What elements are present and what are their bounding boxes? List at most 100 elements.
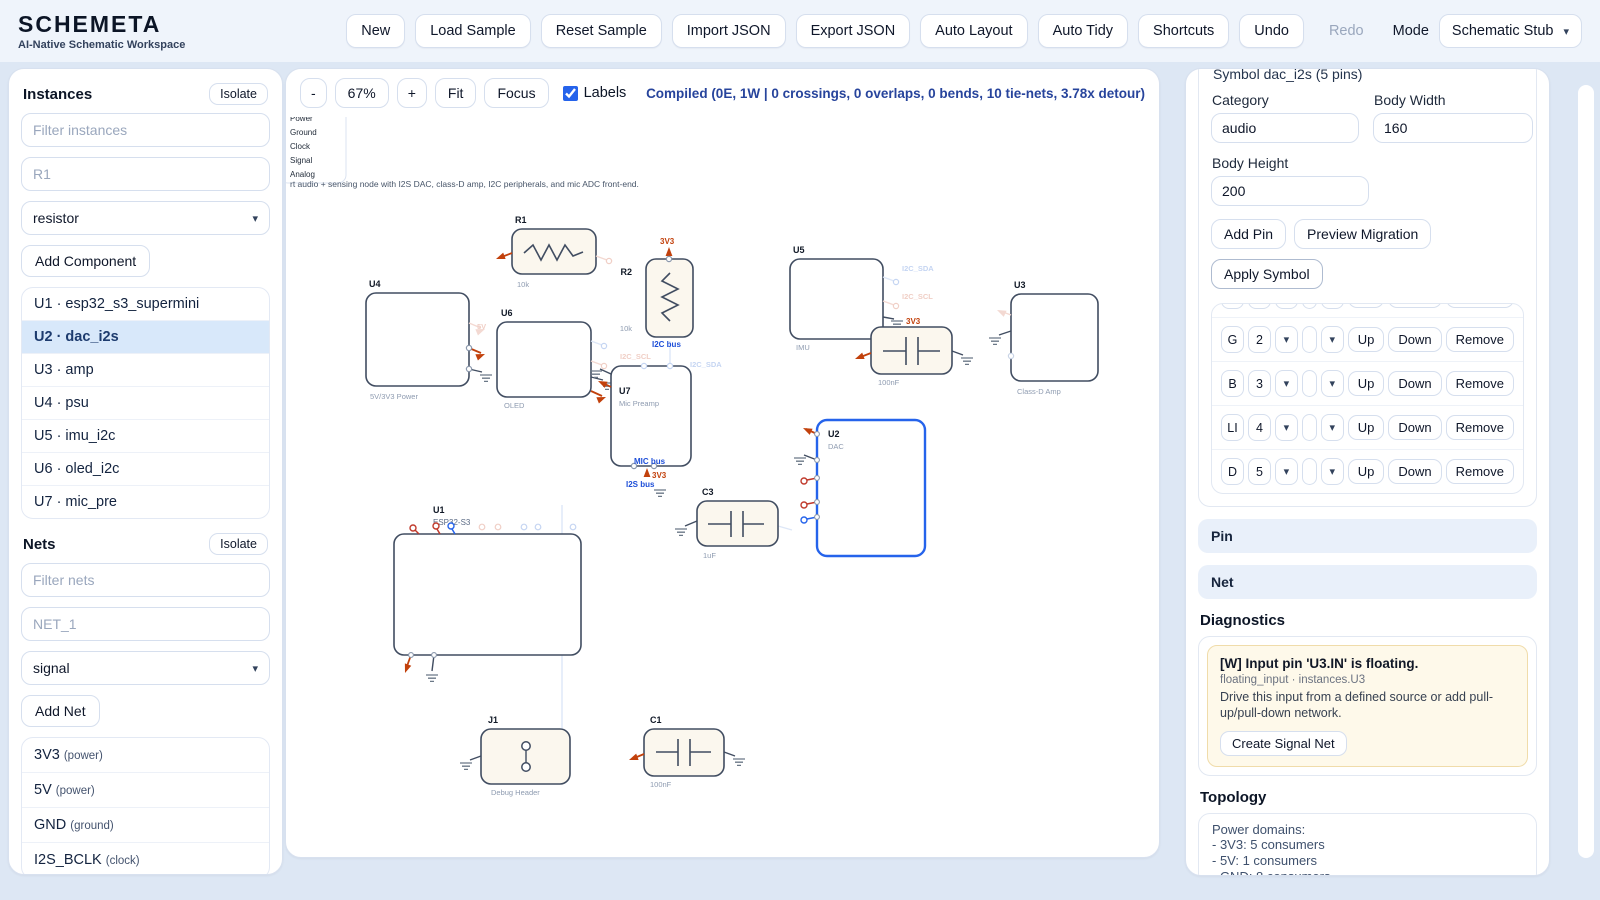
pin-up-button[interactable]: Up — [1348, 327, 1385, 352]
mode-select[interactable]: Schematic Stub ▾ — [1439, 14, 1582, 48]
pin-remove-button[interactable]: Remove — [1446, 459, 1514, 484]
pin-number-input[interactable] — [1248, 458, 1271, 485]
body-width-input[interactable] — [1373, 113, 1533, 143]
pin-up-button[interactable]: Up — [1348, 371, 1385, 396]
pin-name-input[interactable] — [1221, 370, 1244, 397]
pin-order-input[interactable] — [1302, 370, 1317, 397]
import-json-button[interactable]: Import JSON — [672, 14, 786, 48]
load-sample-button[interactable]: Load Sample — [415, 14, 530, 48]
pin-down-button[interactable]: Down — [1388, 327, 1441, 352]
component-u3[interactable]: U3 Class-D Amp — [989, 280, 1098, 396]
pin-type-select[interactable]: ▾ — [1321, 303, 1344, 309]
export-json-button[interactable]: Export JSON — [796, 14, 911, 48]
pin-name-input[interactable] — [1221, 326, 1244, 353]
component-u2-selected[interactable]: U2 DAC — [794, 420, 925, 556]
component-c3[interactable]: C3 1uF — [675, 487, 778, 560]
pin-up-button[interactable]: Up — [1348, 459, 1385, 484]
pin-name-input[interactable] — [1221, 458, 1244, 485]
apply-symbol-button[interactable]: Apply Symbol — [1211, 259, 1323, 289]
component-j1[interactable]: J1 Debug Header — [460, 715, 570, 797]
category-input[interactable] — [1211, 113, 1359, 143]
component-u7[interactable]: U7 Mic Preamp MIC bus 3V3 I2S bus — [590, 363, 691, 496]
pin-number-input[interactable] — [1248, 414, 1271, 441]
focus-button[interactable]: Focus — [484, 78, 548, 108]
pin-order-input[interactable] — [1302, 303, 1317, 309]
pin-name-input[interactable] — [1221, 414, 1244, 441]
component-c1[interactable]: C1 100nF — [628, 715, 745, 789]
instance-row-u6[interactable]: U6 · oled_i2c — [22, 453, 269, 486]
instance-row-u7[interactable]: U7 · mic_pre — [22, 486, 269, 518]
add-pin-button[interactable]: Add Pin — [1211, 219, 1286, 249]
pin-down-button[interactable]: Down — [1388, 459, 1441, 484]
filter-instances-input[interactable] — [21, 113, 270, 147]
net-row-gnd[interactable]: GND (ground) — [22, 808, 269, 843]
body-height-input[interactable] — [1211, 176, 1369, 206]
schematic-canvas[interactable]: - 67% + Fit Focus Labels Compiled (0E, 1… — [285, 68, 1160, 858]
pin-down-button[interactable]: Down — [1388, 371, 1441, 396]
pin-number-input[interactable] — [1248, 370, 1271, 397]
component-u1[interactable]: U1 ESP32-S3 — [394, 505, 581, 681]
pin-number-input[interactable] — [1248, 303, 1271, 309]
zoom-in-button[interactable]: + — [397, 78, 427, 108]
redo-button[interactable]: Redo — [1314, 14, 1379, 48]
instance-ref-input[interactable] — [21, 157, 270, 191]
net-row-i2s-bclk[interactable]: I2S_BCLK (clock) — [22, 843, 269, 875]
instance-type-select[interactable]: resistor ▾ — [21, 201, 270, 235]
new-button[interactable]: New — [346, 14, 405, 48]
auto-tidy-button[interactable]: Auto Tidy — [1038, 14, 1128, 48]
pin-order-input[interactable] — [1302, 458, 1317, 485]
pin-side-select[interactable]: ▾ — [1275, 326, 1298, 353]
pin-order-input[interactable] — [1302, 326, 1317, 353]
add-component-button[interactable]: Add Component — [21, 245, 150, 277]
pin-up-button[interactable]: Up — [1348, 303, 1385, 308]
component-u4[interactable]: U4 5V/3V3 Power — [366, 279, 492, 401]
component-c2[interactable]: 100nF — [854, 327, 973, 387]
pin-remove-button[interactable]: Remove — [1446, 327, 1514, 352]
pin-section-toggle[interactable]: Pin — [1198, 519, 1537, 553]
schematic-stage[interactable]: .comp{fill:#ffffff;stroke:#414d61;stroke… — [286, 69, 1160, 858]
create-signal-net-button[interactable]: Create Signal Net — [1220, 731, 1347, 756]
pin-remove-button[interactable]: Remove — [1446, 415, 1514, 440]
instance-row-u2[interactable]: U2 · dac_i2s — [22, 321, 269, 354]
instance-row-u3[interactable]: U3 · amp — [22, 354, 269, 387]
instance-row-u5[interactable]: U5 · imu_i2c — [22, 420, 269, 453]
pin-remove-button[interactable]: Remove — [1446, 303, 1514, 308]
panel-scrollbar[interactable] — [1578, 85, 1594, 858]
pin-type-select[interactable]: ▾ — [1321, 414, 1344, 441]
pin-up-button[interactable]: Up — [1348, 415, 1385, 440]
net-section-toggle[interactable]: Net — [1198, 565, 1537, 599]
labels-checkbox[interactable] — [563, 86, 578, 101]
add-net-button[interactable]: Add Net — [21, 695, 100, 727]
pin-side-select[interactable]: ▾ — [1275, 303, 1298, 309]
net-row-3v3[interactable]: 3V3 (power) — [22, 738, 269, 773]
pin-order-input[interactable] — [1302, 414, 1317, 441]
pin-down-button[interactable]: Down — [1388, 303, 1441, 308]
pin-name-input[interactable] — [1221, 303, 1244, 309]
zoom-level-button[interactable]: 67% — [335, 78, 389, 108]
shortcuts-button[interactable]: Shortcuts — [1138, 14, 1229, 48]
pin-type-select[interactable]: ▾ — [1321, 370, 1344, 397]
net-type-select[interactable]: signal ▾ — [21, 651, 270, 685]
pin-type-select[interactable]: ▾ — [1321, 326, 1344, 353]
net-name-input[interactable] — [21, 607, 270, 641]
component-r1[interactable]: R1 10k — [495, 215, 612, 289]
undo-button[interactable]: Undo — [1239, 14, 1304, 48]
instance-row-u4[interactable]: U4 · psu — [22, 387, 269, 420]
zoom-out-button[interactable]: - — [300, 78, 327, 108]
pin-type-select[interactable]: ▾ — [1321, 458, 1344, 485]
net-row-5v[interactable]: 5V (power) — [22, 773, 269, 808]
instances-isolate-button[interactable]: Isolate — [209, 83, 268, 105]
instance-row-u1[interactable]: U1 · esp32_s3_supermini — [22, 288, 269, 321]
fit-button[interactable]: Fit — [435, 78, 477, 108]
filter-nets-input[interactable] — [21, 563, 270, 597]
pin-down-button[interactable]: Down — [1388, 415, 1441, 440]
nets-isolate-button[interactable]: Isolate — [209, 533, 268, 555]
reset-sample-button[interactable]: Reset Sample — [541, 14, 662, 48]
preview-migration-button[interactable]: Preview Migration — [1294, 219, 1431, 249]
pin-side-select[interactable]: ▾ — [1275, 414, 1298, 441]
pin-side-select[interactable]: ▾ — [1275, 370, 1298, 397]
auto-layout-button[interactable]: Auto Layout — [920, 14, 1027, 48]
pin-remove-button[interactable]: Remove — [1446, 371, 1514, 396]
pin-side-select[interactable]: ▾ — [1275, 458, 1298, 485]
pin-number-input[interactable] — [1248, 326, 1271, 353]
